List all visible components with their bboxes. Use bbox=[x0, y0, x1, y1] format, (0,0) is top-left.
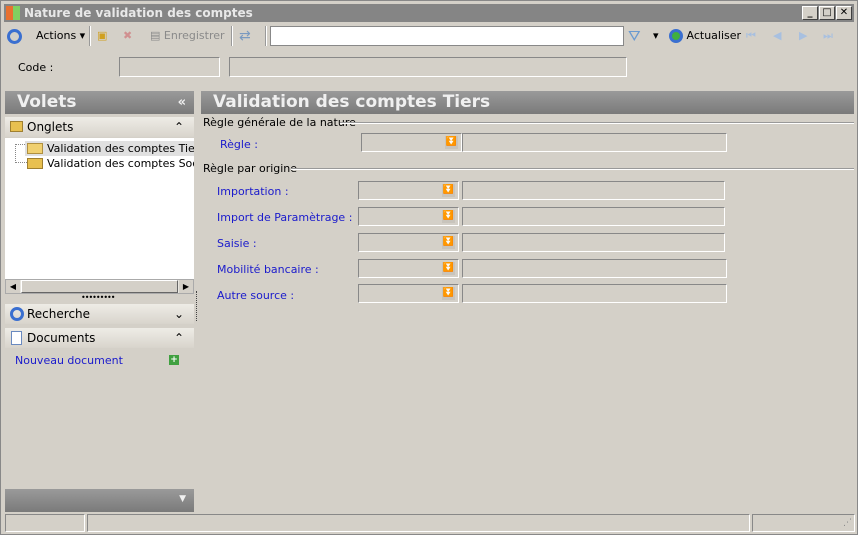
bottom-panel-bar: ▼ bbox=[5, 489, 194, 512]
last-record-icon[interactable]: ⏭ bbox=[823, 25, 833, 47]
scrollbar-thumb[interactable] bbox=[21, 280, 178, 293]
resize-grip-icon[interactable]: ⋰ bbox=[843, 518, 852, 528]
code-description-field[interactable] bbox=[229, 57, 627, 77]
vertical-splitter[interactable] bbox=[196, 291, 197, 321]
status-pane bbox=[5, 514, 85, 532]
origin-section-label: Règle par origine bbox=[203, 162, 298, 175]
origin-combo[interactable]: ⏬ bbox=[358, 181, 459, 200]
tree-item[interactable]: Validation des comptes Société bbox=[25, 156, 194, 171]
new-icon[interactable]: ▣ bbox=[97, 25, 107, 47]
tree-item-label: Validation des comptes Société bbox=[47, 157, 194, 170]
tabs-tree: Validation des comptes Tiers Validation … bbox=[5, 138, 194, 279]
separator bbox=[89, 26, 91, 46]
window-title: Nature de validation des comptes bbox=[24, 6, 253, 20]
save-icon: ▤ bbox=[150, 29, 161, 42]
dropdown-icon[interactable]: ▼ bbox=[179, 494, 186, 504]
close-button[interactable]: ✕ bbox=[836, 6, 852, 20]
documents-label: Documents bbox=[27, 331, 96, 345]
filter-dropdown-icon[interactable]: ▾ bbox=[653, 25, 659, 47]
sync-icon[interactable]: ⇄ bbox=[239, 25, 251, 47]
regle-label: Règle : bbox=[220, 138, 258, 151]
filter-icon[interactable]: ⛛ bbox=[628, 25, 641, 47]
tree-item-label: Validation des comptes Tiers bbox=[47, 142, 194, 155]
page-title: Validation des comptes Tiers bbox=[201, 91, 854, 114]
general-section-label: Règle générale de la nature bbox=[203, 116, 356, 129]
status-pane bbox=[87, 514, 750, 532]
open-folder-icon bbox=[27, 143, 43, 154]
app-icon bbox=[6, 6, 20, 20]
separator bbox=[265, 26, 267, 46]
origin-label: Saisie : bbox=[217, 237, 257, 250]
tree-item[interactable]: Validation des comptes Tiers bbox=[25, 141, 194, 156]
collapse-icon[interactable]: ⌃ bbox=[174, 328, 184, 348]
volets-header: Volets « bbox=[5, 91, 194, 114]
regle-description-field bbox=[462, 133, 727, 152]
refresh-button[interactable]: Actualiser bbox=[669, 25, 741, 47]
origin-label: Mobilité bancaire : bbox=[217, 263, 319, 276]
actions-menu[interactable]: Actions ▾ bbox=[36, 25, 85, 47]
refresh-icon bbox=[669, 29, 683, 43]
save-button[interactable]: ▤ Enregistrer bbox=[150, 25, 225, 47]
delete-icon[interactable]: ✖ bbox=[123, 25, 132, 47]
code-field[interactable] bbox=[119, 57, 220, 77]
origin-description-field bbox=[462, 284, 727, 303]
origin-combo[interactable]: ⏬ bbox=[358, 284, 459, 303]
status-bar: ⋰ bbox=[5, 514, 855, 532]
status-pane bbox=[752, 514, 855, 532]
document-icon bbox=[11, 331, 22, 345]
previous-record-icon[interactable]: ◀ bbox=[773, 25, 781, 47]
documents-section[interactable]: Documents ⌃ bbox=[5, 328, 194, 348]
save-label: Enregistrer bbox=[163, 29, 225, 42]
expand-icon[interactable]: ⌄ bbox=[174, 304, 184, 324]
new-document-link[interactable]: Nouveau document bbox=[15, 354, 123, 367]
horizontal-scrollbar[interactable]: ◀ ▶ bbox=[5, 279, 194, 294]
search-input[interactable] bbox=[270, 26, 624, 46]
origin-description-field bbox=[462, 233, 725, 252]
onglets-section[interactable]: Onglets ⌃ bbox=[5, 117, 194, 137]
collapse-icon[interactable]: ⌃ bbox=[174, 117, 184, 137]
chevron-down-icon: ⏬ bbox=[445, 136, 458, 149]
origin-description-field bbox=[462, 207, 725, 226]
splitter-handle[interactable]: ••••••••• bbox=[81, 293, 115, 302]
folder-icon bbox=[27, 158, 43, 169]
search-circle-icon bbox=[10, 307, 24, 321]
separator bbox=[231, 26, 233, 46]
chevron-down-icon: ⏬ bbox=[442, 184, 455, 197]
chevron-down-icon: ⏬ bbox=[442, 287, 455, 300]
origin-label: Importation : bbox=[217, 185, 289, 198]
minimize-button[interactable]: _ bbox=[802, 6, 818, 20]
refresh-label: Actualiser bbox=[686, 29, 742, 42]
folder-icon bbox=[10, 121, 23, 132]
origin-label: Autre source : bbox=[217, 289, 295, 302]
regle-combo[interactable]: ⏬ bbox=[361, 133, 462, 152]
chevron-down-icon: ⏬ bbox=[442, 262, 455, 275]
recherche-section[interactable]: Recherche ⌄ bbox=[5, 304, 194, 324]
origin-description-field bbox=[462, 181, 725, 200]
volets-title: Volets bbox=[17, 92, 77, 112]
divider bbox=[340, 122, 854, 124]
chevron-down-icon: ⏬ bbox=[442, 236, 455, 249]
first-record-icon[interactable]: ⏮ bbox=[746, 25, 756, 47]
origin-description-field bbox=[462, 259, 727, 278]
origin-combo[interactable]: ⏬ bbox=[358, 233, 459, 252]
add-icon[interactable]: + bbox=[169, 355, 179, 365]
code-label: Code : bbox=[18, 61, 54, 74]
divider bbox=[291, 168, 854, 170]
next-record-icon[interactable]: ▶ bbox=[799, 25, 807, 47]
collapse-panel-button[interactable]: « bbox=[178, 91, 186, 114]
chevron-down-icon: ⏬ bbox=[442, 210, 455, 223]
origin-combo[interactable]: ⏬ bbox=[358, 259, 459, 278]
title-bar: Nature de validation des comptes bbox=[4, 4, 854, 22]
origin-label: Import de Paramètrage : bbox=[217, 211, 353, 224]
maximize-button[interactable]: □ bbox=[819, 6, 835, 20]
circle-icon[interactable] bbox=[7, 25, 25, 47]
actions-label: Actions bbox=[36, 29, 77, 42]
recherche-label: Recherche bbox=[27, 307, 91, 321]
onglets-label: Onglets bbox=[27, 120, 74, 134]
origin-combo[interactable]: ⏬ bbox=[358, 207, 459, 226]
